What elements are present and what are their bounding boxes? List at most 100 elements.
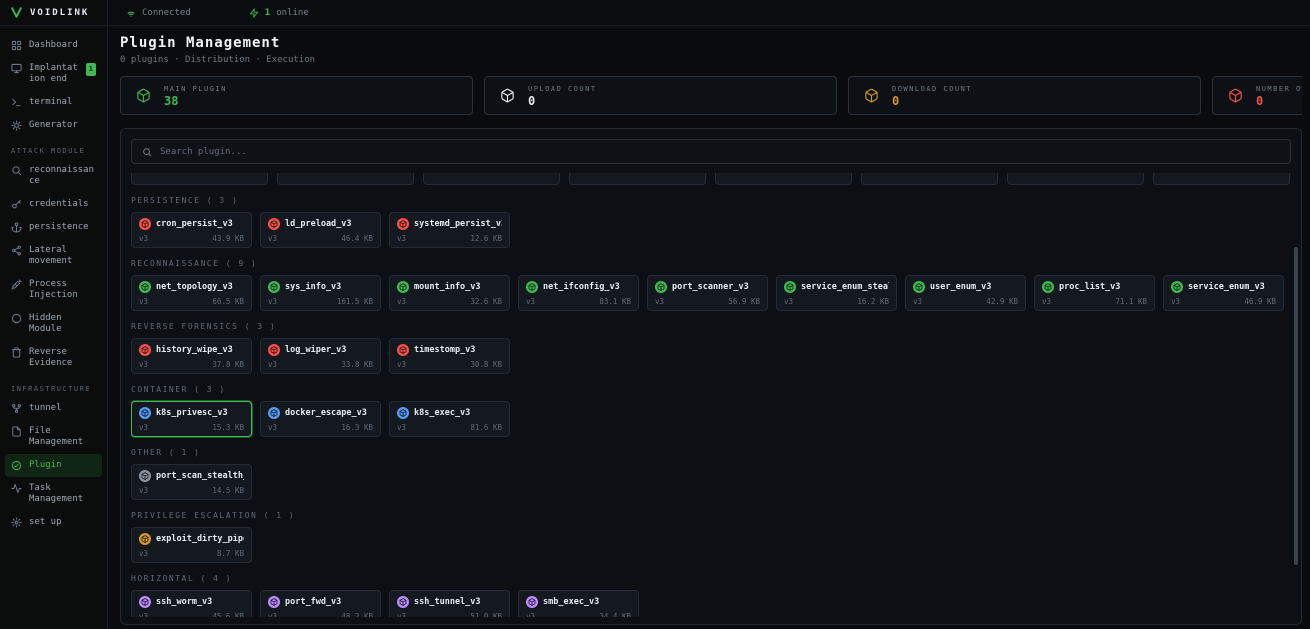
plugin-card-clipped[interactable] xyxy=(861,173,998,185)
sidebar-item-dashboard[interactable]: Dashboard xyxy=(5,34,102,57)
plugin-card-port-fwd-v3[interactable]: port_fwd_v3 v3 48.2 KB xyxy=(260,590,381,617)
plugin-card-sys-info-v3[interactable]: sys_info_v3 v3 161.5 KB xyxy=(260,275,381,311)
sidebar-item-generator[interactable]: Generator xyxy=(5,114,102,137)
package-icon xyxy=(784,281,796,293)
plugin-category-reconnaissance: RECONNAISSANCE ( 9 ) net_topology_v3 v3 … xyxy=(131,259,1291,311)
plugin-card-clipped[interactable] xyxy=(715,173,852,185)
plugin-size: 12.6 KB xyxy=(470,234,502,243)
plugin-card-clipped[interactable] xyxy=(1153,173,1290,185)
cube-icon xyxy=(1228,88,1243,103)
sidebar-item-plugin[interactable]: Plugin xyxy=(5,454,102,477)
plugin-card-clipped[interactable] xyxy=(131,173,268,185)
plugin-card-service-enum-v3[interactable]: service_enum_v3 v3 46.9 KB xyxy=(1163,275,1284,311)
package-icon xyxy=(397,281,409,293)
stat-card-upload-count: UPLOAD COUNT 0 xyxy=(484,76,837,115)
online-count: 1 xyxy=(265,8,270,18)
sidebar-item-set-up[interactable]: set up xyxy=(5,511,102,534)
plugin-size: 32.6 KB xyxy=(470,297,502,306)
plugin-card-systemd-persist-v3[interactable]: systemd_persist_v3 v3 12.6 KB xyxy=(389,212,510,248)
scrollbar-thumb[interactable] xyxy=(1294,247,1298,565)
sidebar-item-label: Reverse Evidence xyxy=(29,347,96,369)
stats-row: MAIN PLUGIN 38 UPLOAD COUNT 0 DOWNLOAD C… xyxy=(120,76,1302,115)
key-icon xyxy=(11,199,22,210)
plugin-card-port-scanner-v3[interactable]: port_scanner_v3 v3 56.9 KB xyxy=(647,275,768,311)
sidebar-item-lateral-movement[interactable]: Lateral movement xyxy=(5,239,102,273)
plugin-card-log-wiper-v3[interactable]: log_wiper_v3 v3 33.8 KB xyxy=(260,338,381,374)
plugin-name: exploit_dirty_pipe_… xyxy=(156,534,244,544)
plugin-card-clipped[interactable] xyxy=(569,173,706,185)
sidebar-item-file-management[interactable]: File Management xyxy=(5,420,102,454)
sidebar-item-task-management[interactable]: Task Management xyxy=(5,477,102,511)
plugin-size: 81.6 KB xyxy=(470,423,502,432)
plugin-card-exploit-dirty-pipe[interactable]: exploit_dirty_pipe_… v3 8.7 KB xyxy=(131,527,252,563)
category-label: PERSISTENCE ( 3 ) xyxy=(131,196,1291,205)
sidebar-item-reconnaissance[interactable]: reconnaissance xyxy=(5,159,102,193)
plugin-card-service-enum-stealt[interactable]: service_enum_stealt… v3 16.2 KB xyxy=(776,275,897,311)
plugin-card-port-scan-stealth-v3[interactable]: port_scan_stealth_v3 v3 14.5 KB xyxy=(131,464,252,500)
search-bar xyxy=(131,139,1291,164)
search-input[interactable] xyxy=(160,147,1280,157)
stat-value: 0 xyxy=(528,95,597,107)
plugin-card-ld-preload-v3[interactable]: ld_preload_v3 v3 46.4 KB xyxy=(260,212,381,248)
plugin-name: timestomp_v3 xyxy=(414,345,475,355)
plugin-size: 16.2 KB xyxy=(857,297,889,306)
plugin-version: v3 xyxy=(139,360,148,369)
stat-value: 0 xyxy=(892,95,972,107)
plugin-size: 30.8 KB xyxy=(470,360,502,369)
stat-card-main-plugin: MAIN PLUGIN 38 xyxy=(120,76,473,115)
plugin-card-clipped[interactable] xyxy=(1007,173,1144,185)
sidebar-item-process-injection[interactable]: Process Injection xyxy=(5,273,102,307)
plugin-card-proc-list-v3[interactable]: proc_list_v3 v3 71.1 KB xyxy=(1034,275,1155,311)
plugin-card-k8s-privesc-v3[interactable]: k8s_privesc_v3 v3 15.3 KB xyxy=(131,401,252,437)
plugin-name: history_wipe_v3 xyxy=(156,345,233,355)
plugin-name: service_enum_stealt… xyxy=(801,282,889,292)
generator-icon xyxy=(11,120,22,131)
sidebar-item-tunnel[interactable]: tunnel xyxy=(5,397,102,420)
plugin-name: log_wiper_v3 xyxy=(285,345,346,355)
plugin-card-mount-info-v3[interactable]: mount_info_v3 v3 32.6 KB xyxy=(389,275,510,311)
plugin-card-net-ifconfig-v3[interactable]: net_ifconfig_v3 v3 83.1 KB xyxy=(518,275,639,311)
sidebar-item-label: Task Management xyxy=(29,483,96,505)
plugin-size: 51.0 KB xyxy=(470,612,502,617)
plugin-name: user_enum_v3 xyxy=(930,282,991,292)
sidebar-item-credentials[interactable]: credentials xyxy=(5,193,102,216)
package-icon xyxy=(268,218,280,230)
plugin-card-k8s-exec-v3[interactable]: k8s_exec_v3 v3 81.6 KB xyxy=(389,401,510,437)
sidebar-item-hidden-module[interactable]: Hidden Module xyxy=(5,307,102,341)
cube-icon xyxy=(500,88,515,103)
plugin-card-ssh-worm-v3[interactable]: ssh_worm_v3 v3 45.6 KB xyxy=(131,590,252,617)
sidebar-item-persistence[interactable]: persistence xyxy=(5,216,102,239)
plugin-card-cron-persist-v3[interactable]: cron_persist_v3 v3 43.9 KB xyxy=(131,212,252,248)
plugin-name: net_ifconfig_v3 xyxy=(543,282,620,292)
sidebar-item-label: credentials xyxy=(29,199,96,210)
wifi-icon xyxy=(126,8,136,18)
plugin-version: v3 xyxy=(655,297,664,306)
sidebar-item-reverse-evidence[interactable]: Reverse Evidence xyxy=(5,341,102,375)
plugin-card-clipped[interactable] xyxy=(423,173,560,185)
plugin-card-docker-escape-v3[interactable]: docker_escape_v3 v3 16.3 KB xyxy=(260,401,381,437)
plugin-size: 71.1 KB xyxy=(1115,297,1147,306)
plugin-card-ssh-tunnel-v3[interactable]: ssh_tunnel_v3 v3 51.0 KB xyxy=(389,590,510,617)
plugin-version: v3 xyxy=(268,234,277,243)
sidebar-item-label: Implantation end xyxy=(29,63,79,85)
plugin-version: v3 xyxy=(397,297,406,306)
plugin-size: 33.8 KB xyxy=(341,360,373,369)
page-subtitle: 0 plugins · Distribution · Execution xyxy=(120,55,1294,65)
plugin-card-user-enum-v3[interactable]: user_enum_v3 v3 42.9 KB xyxy=(905,275,1026,311)
plugin-size: 16.3 KB xyxy=(341,423,373,432)
plugin-card-smb-exec-v3[interactable]: smb_exec_v3 v3 34.4 KB xyxy=(518,590,639,617)
sidebar-item-badge: 1 xyxy=(86,63,96,76)
plugin-card-history-wipe-v3[interactable]: history_wipe_v3 v3 37.8 KB xyxy=(131,338,252,374)
plugin-card-clipped[interactable] xyxy=(277,173,414,185)
package-icon xyxy=(397,596,409,608)
package-icon xyxy=(139,470,151,482)
sidebar-item-implantation-end[interactable]: Implantation end 1 xyxy=(5,57,102,91)
page-title: Plugin Management xyxy=(120,35,1294,51)
sidebar-item-terminal[interactable]: terminal xyxy=(5,91,102,114)
plugin-card-timestomp-v3[interactable]: timestomp_v3 v3 30.8 KB xyxy=(389,338,510,374)
plugin-card-net-topology-v3[interactable]: net_topology_v3 v3 66.5 KB xyxy=(131,275,252,311)
plugin-name: k8s_privesc_v3 xyxy=(156,408,228,418)
plugin-size: 14.5 KB xyxy=(212,486,244,495)
clipped-card-row xyxy=(131,173,1291,185)
sidebar-item-label: File Management xyxy=(29,426,96,448)
